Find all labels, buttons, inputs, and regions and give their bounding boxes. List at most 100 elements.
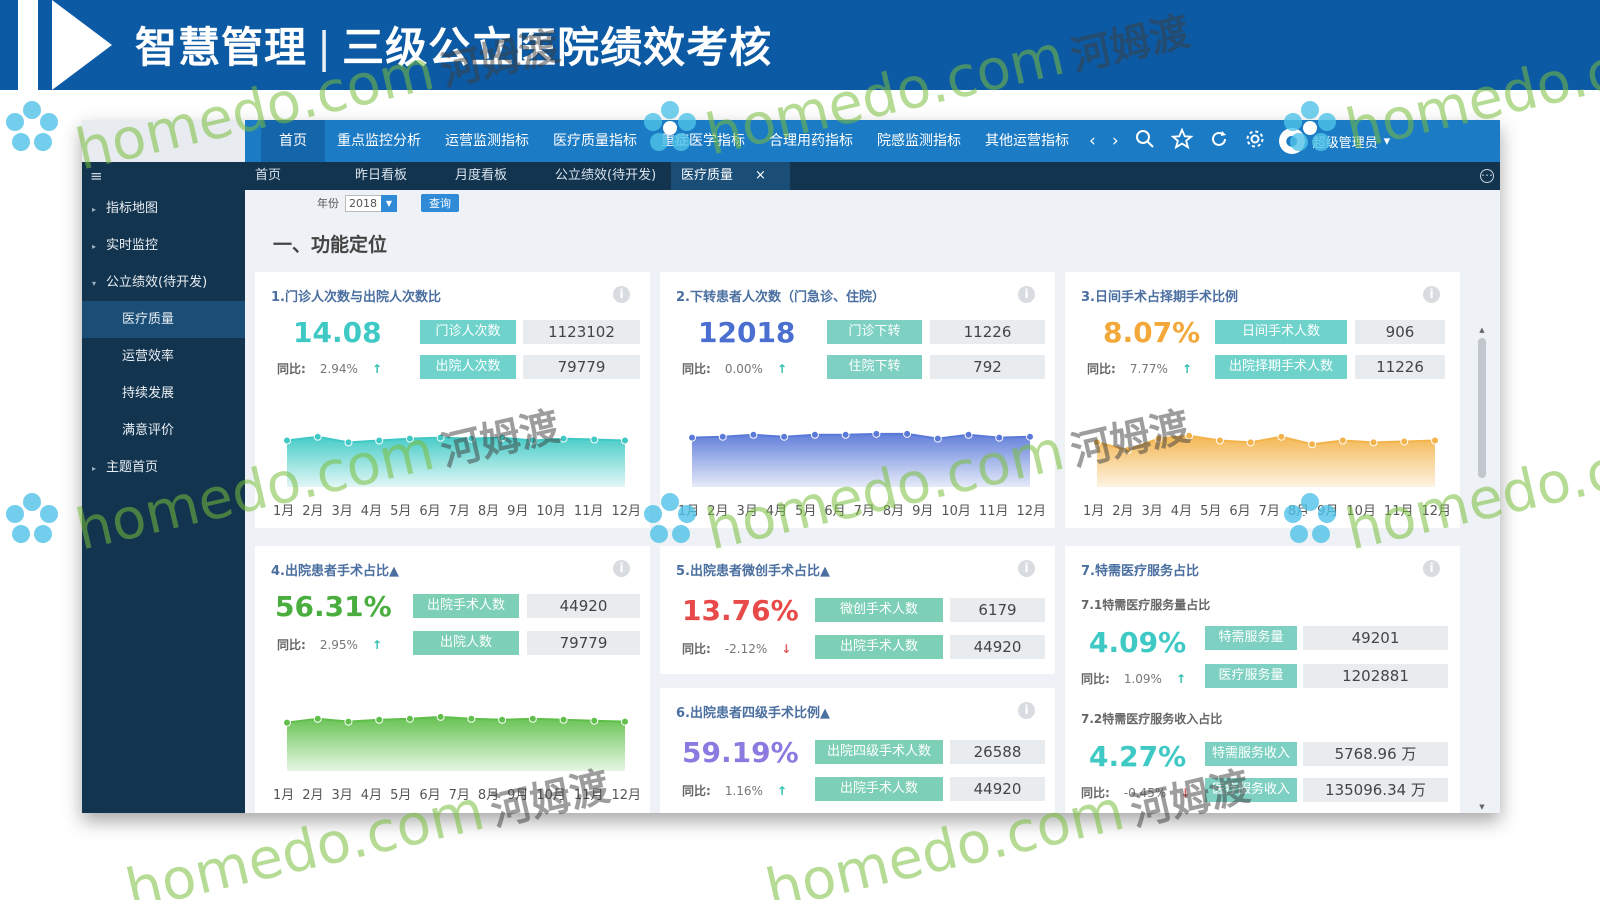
info-icon[interactable]: i: [1018, 702, 1035, 719]
settings-icon[interactable]: [1237, 129, 1273, 154]
chart-point[interactable]: [375, 715, 384, 724]
scrollbar[interactable]: ▲ ▼: [1476, 326, 1488, 813]
chart-point[interactable]: [344, 438, 353, 447]
sidebar-item-realtime[interactable]: ▸ 实时监控: [82, 227, 245, 264]
sidebar-subitem-medical-quality[interactable]: 医疗质量: [82, 301, 245, 338]
chart-point[interactable]: [590, 716, 599, 725]
info-icon[interactable]: i: [613, 560, 630, 577]
chart-point[interactable]: [621, 717, 629, 726]
chart-point[interactable]: [1185, 431, 1194, 440]
chart-point[interactable]: [528, 436, 537, 445]
chart-point[interactable]: [1093, 438, 1101, 447]
chart-point[interactable]: [1400, 437, 1409, 446]
info-icon[interactable]: i: [1423, 560, 1440, 577]
chart-point[interactable]: [1123, 446, 1132, 454]
chart-point[interactable]: [405, 434, 414, 443]
info-icon[interactable]: i: [1423, 286, 1440, 303]
star-icon[interactable]: [1163, 127, 1201, 155]
tab-home[interactable]: 首页: [245, 162, 345, 190]
chart-point[interactable]: [688, 433, 696, 442]
chart-point[interactable]: [1369, 438, 1378, 447]
chart-point[interactable]: [559, 434, 568, 443]
chart-point[interactable]: [1026, 432, 1034, 441]
chevron-right-icon[interactable]: ›: [1104, 131, 1127, 151]
close-icon[interactable]: ×: [755, 168, 766, 183]
sidebar-item-label: 主题首页: [106, 460, 159, 475]
nav-critical-care[interactable]: 重症医学指标: [649, 120, 757, 162]
chart-point[interactable]: [1154, 434, 1163, 443]
chart-point[interactable]: [313, 432, 322, 441]
chart-point[interactable]: [621, 436, 629, 445]
refresh-icon[interactable]: [1201, 129, 1237, 154]
chart-point[interactable]: [780, 432, 789, 441]
menu-toggle-icon[interactable]: ≡: [82, 162, 245, 190]
month-label: 11月: [978, 504, 1009, 519]
chart-point[interactable]: [436, 433, 445, 442]
month-label: 12月: [611, 788, 641, 803]
chart-point[interactable]: [872, 429, 881, 438]
sidebar-subitem-efficiency[interactable]: 运营效率: [82, 338, 245, 375]
sidebar-item-indicator-map[interactable]: ▸ 指标地图: [82, 190, 245, 227]
chart-point[interactable]: [933, 434, 942, 443]
user-menu[interactable]: ● 超级管理员 ▾: [1278, 128, 1390, 154]
chart-point[interactable]: [283, 718, 291, 727]
chart-point[interactable]: [528, 714, 537, 723]
year-select[interactable]: 2018 ▼: [345, 194, 397, 212]
info-icon[interactable]: i: [613, 286, 630, 303]
chart-point[interactable]: [903, 429, 912, 438]
metric-label: 出院手术人数: [413, 594, 519, 618]
chart-point[interactable]: [1308, 440, 1317, 449]
scroll-down-icon[interactable]: ▼: [1476, 803, 1488, 811]
chart-point[interactable]: [559, 715, 568, 724]
sparkline-chart: [1093, 431, 1439, 487]
chart-point[interactable]: [841, 430, 850, 439]
nav-key-monitoring[interactable]: 重点监控分析: [325, 120, 433, 162]
chart-point[interactable]: [498, 715, 507, 724]
chart-point[interactable]: [1431, 436, 1439, 445]
tab-monthly[interactable]: 月度看板: [445, 162, 545, 190]
info-icon[interactable]: i: [1018, 286, 1035, 303]
chart-point[interactable]: [436, 712, 445, 721]
chart-point[interactable]: [1338, 436, 1347, 445]
nav-operations[interactable]: 运营监测指标: [433, 120, 541, 162]
yoy-row: 同比: 2.94% ↑: [277, 360, 382, 377]
nav-medical-quality[interactable]: 医疗质量指标: [541, 120, 649, 162]
sidebar-item-label: 公立绩效(待开发): [106, 275, 208, 290]
scrollbar-thumb[interactable]: [1478, 338, 1486, 478]
tab-yesterday[interactable]: 昨日看板: [345, 162, 445, 190]
nav-home[interactable]: 首页: [261, 120, 325, 162]
chart-point[interactable]: [283, 436, 291, 445]
chart-point[interactable]: [375, 436, 384, 445]
chart-point[interactable]: [590, 435, 599, 444]
chart-point[interactable]: [718, 432, 727, 441]
chart-point[interactable]: [344, 717, 353, 726]
chart-point[interactable]: [405, 714, 414, 723]
sidebar-subitem-sustainable[interactable]: 持续发展: [82, 375, 245, 412]
info-icon[interactable]: i: [1018, 560, 1035, 577]
yoy-row: 同比: 0.00% ↑: [682, 360, 787, 377]
chart-point[interactable]: [749, 430, 758, 439]
sidebar-subitem-satisfaction[interactable]: 满意评价: [82, 412, 245, 449]
sidebar-item-theme-home[interactable]: ▸ 主题首页: [82, 449, 245, 486]
query-button[interactable]: 查询: [421, 194, 459, 212]
chart-point[interactable]: [1215, 436, 1224, 445]
chevron-left-icon[interactable]: ‹: [1081, 131, 1104, 151]
nav-other-ops[interactable]: 其他运营指标: [973, 120, 1081, 162]
nav-infection[interactable]: 院感监测指标: [865, 120, 973, 162]
tab-medical-quality[interactable]: 医疗质量 ×: [671, 162, 790, 190]
nav-rational-drug[interactable]: 合理用药指标: [757, 120, 865, 162]
chart-point[interactable]: [313, 714, 322, 723]
more-icon[interactable]: ⋯: [1480, 169, 1494, 183]
chart-point[interactable]: [467, 434, 476, 443]
chart-point[interactable]: [964, 430, 973, 439]
scroll-up-icon[interactable]: ▲: [1476, 326, 1488, 334]
search-icon[interactable]: [1127, 129, 1163, 154]
sidebar-item-public-performance[interactable]: ▾ 公立绩效(待开发): [82, 264, 245, 301]
chart-point[interactable]: [1246, 438, 1255, 447]
chart-point[interactable]: [498, 433, 507, 442]
chart-point[interactable]: [995, 433, 1004, 442]
chart-point[interactable]: [1277, 432, 1286, 441]
tab-public-performance[interactable]: 公立绩效(待开发): [545, 162, 671, 190]
chart-point[interactable]: [810, 430, 819, 439]
chart-point[interactable]: [467, 714, 476, 723]
